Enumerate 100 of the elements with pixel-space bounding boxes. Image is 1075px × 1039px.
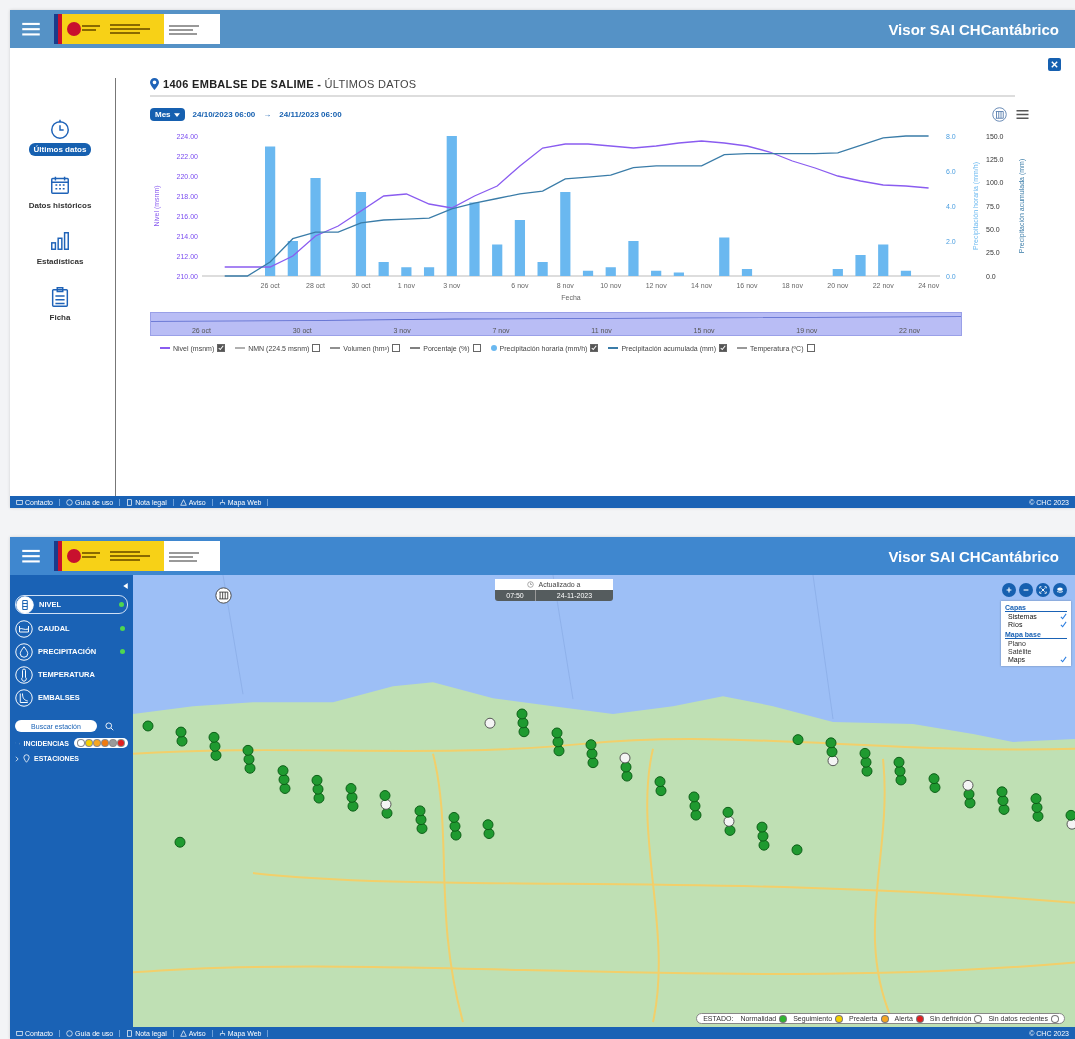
station-marker[interactable]	[757, 830, 769, 842]
station-marker[interactable]	[996, 786, 1008, 798]
station-marker[interactable]	[516, 708, 528, 720]
station-marker[interactable]	[621, 770, 633, 782]
station-marker[interactable]	[416, 823, 428, 834]
station-marker[interactable]	[756, 821, 768, 833]
station-marker[interactable]	[209, 740, 221, 752]
station-marker[interactable]	[208, 731, 220, 743]
station-marker[interactable]	[1066, 818, 1075, 830]
station-marker[interactable]	[1065, 809, 1075, 821]
station-marker[interactable]	[689, 800, 701, 812]
station-marker[interactable]	[688, 791, 700, 803]
station-marker[interactable]	[279, 783, 291, 794]
station-marker[interactable]	[450, 829, 462, 841]
station-marker[interactable]	[381, 807, 393, 819]
station-marker[interactable]	[964, 797, 976, 809]
station-marker[interactable]	[414, 805, 426, 817]
menu-icon[interactable]	[1015, 107, 1030, 122]
station-marker[interactable]	[517, 717, 529, 729]
close-button[interactable]	[1048, 58, 1061, 71]
station-marker[interactable]	[758, 839, 770, 851]
station-marker[interactable]	[962, 779, 974, 791]
nav-item[interactable]: Estadísticas	[31, 230, 89, 268]
station-marker[interactable]	[174, 836, 186, 848]
station-marker[interactable]	[347, 800, 359, 812]
legend-checkbox[interactable]	[392, 344, 401, 352]
station-marker[interactable]	[484, 717, 496, 729]
station-marker[interactable]	[620, 761, 632, 773]
period-dropdown[interactable]: Mes	[150, 108, 185, 121]
station-marker[interactable]	[243, 753, 255, 765]
table-icon[interactable]	[215, 587, 232, 604]
station-marker[interactable]	[175, 726, 187, 738]
station-marker[interactable]	[895, 774, 907, 786]
station-marker[interactable]	[894, 765, 906, 777]
station-marker[interactable]	[585, 739, 597, 751]
station-marker[interactable]	[586, 748, 598, 760]
station-marker[interactable]	[518, 726, 530, 738]
station-marker[interactable]	[690, 809, 702, 821]
station-marker[interactable]	[313, 792, 325, 804]
menu-icon[interactable]	[22, 22, 40, 36]
station-marker[interactable]	[860, 756, 872, 768]
station-marker[interactable]	[176, 735, 188, 747]
station-marker[interactable]	[380, 798, 392, 810]
station-marker[interactable]	[379, 790, 391, 801]
station-marker[interactable]	[792, 734, 804, 746]
station-marker[interactable]	[1031, 802, 1043, 813]
station-marker[interactable]	[724, 824, 736, 836]
station-marker[interactable]	[619, 752, 631, 764]
nav-item[interactable]: Ficha	[44, 286, 76, 324]
legend-checkbox[interactable]	[312, 344, 321, 352]
station-marker[interactable]	[998, 803, 1010, 815]
search-icon[interactable]	[105, 721, 114, 731]
station-marker[interactable]	[1030, 793, 1042, 805]
station-marker[interactable]	[312, 783, 324, 795]
station-marker[interactable]	[928, 773, 940, 785]
station-marker[interactable]	[861, 765, 873, 777]
station-marker[interactable]	[449, 820, 461, 832]
station-marker[interactable]	[1032, 810, 1044, 822]
precipitation-bar	[651, 270, 662, 276]
station-marker[interactable]	[415, 814, 427, 826]
legend-checkbox[interactable]	[590, 344, 599, 352]
legend-checkbox[interactable]	[217, 344, 226, 352]
legend-checkbox[interactable]	[719, 344, 727, 352]
station-marker[interactable]	[244, 762, 256, 774]
station-marker[interactable]	[551, 727, 563, 739]
station-marker[interactable]	[587, 757, 599, 769]
station-marker[interactable]	[997, 795, 1009, 807]
station-marker[interactable]	[929, 782, 941, 793]
station-marker[interactable]	[346, 791, 358, 803]
station-marker[interactable]	[722, 806, 734, 818]
station-marker[interactable]	[142, 720, 154, 732]
station-marker[interactable]	[448, 811, 460, 823]
legend-checkbox[interactable]	[472, 344, 481, 352]
station-marker[interactable]	[210, 749, 222, 761]
menu-icon[interactable]	[22, 549, 40, 563]
station-marker[interactable]	[893, 756, 905, 768]
station-marker[interactable]	[483, 828, 495, 840]
station-marker[interactable]	[654, 776, 666, 788]
station-marker[interactable]	[963, 788, 975, 800]
station-marker[interactable]	[311, 774, 323, 786]
station-marker[interactable]	[825, 737, 837, 749]
station-marker[interactable]	[827, 755, 839, 767]
station-marker[interactable]	[826, 746, 838, 758]
station-marker[interactable]	[242, 744, 254, 756]
station-marker[interactable]	[482, 819, 494, 831]
station-marker[interactable]	[723, 815, 735, 827]
nav-item[interactable]: Últimos datos	[28, 118, 92, 156]
legend-checkbox[interactable]	[806, 344, 815, 352]
station-marker[interactable]	[791, 844, 803, 856]
station-marker[interactable]	[655, 785, 667, 797]
station-marker[interactable]	[552, 736, 564, 748]
nav-item[interactable]: Datos históricos	[23, 174, 97, 212]
table-icon[interactable]	[992, 107, 1007, 122]
station-marker[interactable]	[345, 783, 357, 794]
station-marker[interactable]	[859, 747, 871, 759]
station-marker[interactable]	[278, 774, 290, 786]
station-marker[interactable]	[553, 745, 565, 757]
collapse-icon[interactable]	[123, 583, 128, 589]
station-marker[interactable]	[277, 765, 289, 777]
minus-icon	[1022, 586, 1030, 594]
